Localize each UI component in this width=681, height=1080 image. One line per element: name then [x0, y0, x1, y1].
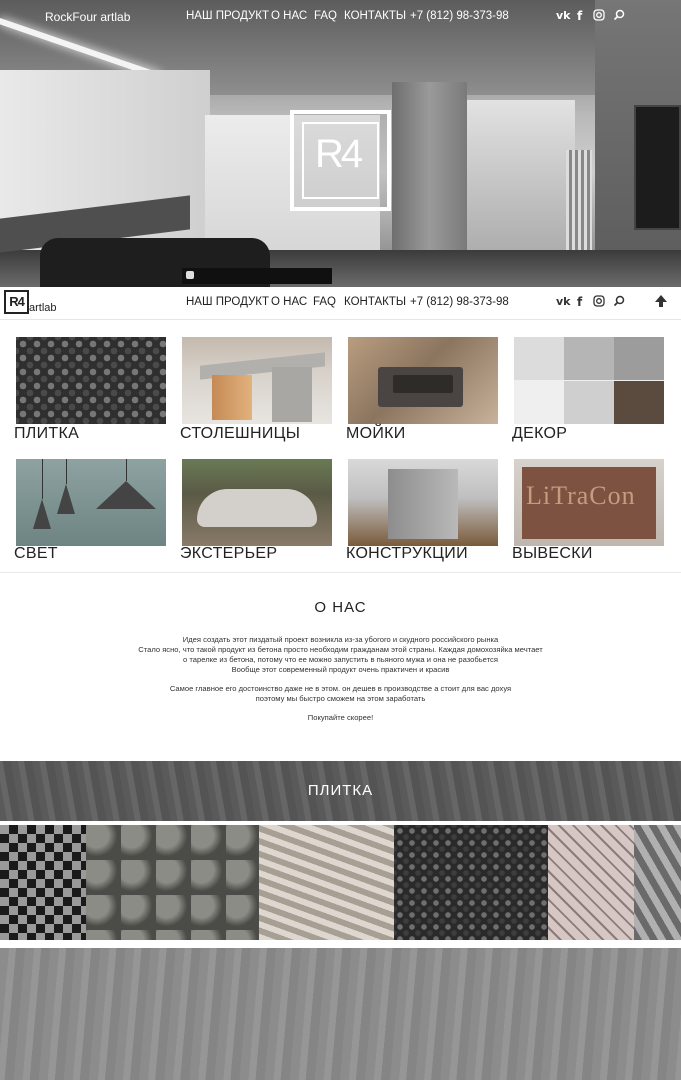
hero-media-bar — [182, 268, 332, 284]
search-icon[interactable] — [613, 295, 625, 307]
nav-item-about[interactable]: О НАС — [271, 10, 307, 22]
category-signs[interactable]: LiTraCon ВЫВЕСКИ — [512, 459, 664, 562]
about-paragraph-line: Самое главное его достоинство даже не в … — [169, 684, 512, 693]
sticky-nav-item-faq[interactable]: FAQ — [313, 296, 336, 308]
sticky-nav-item-product[interactable]: НАШ ПРОДУКТ — [186, 296, 269, 308]
category-image-tile[interactable] — [16, 337, 166, 424]
hero-banner: R4 RockFour artlab НАШ ПРОДУКТ О НАС FAQ… — [0, 0, 681, 287]
facebook-icon[interactable]: f — [577, 9, 582, 23]
about-paragraph-line: Вообще этот современный продукт очень пр… — [231, 665, 450, 674]
sticky-nav-item-contacts[interactable]: КОНТАКТЫ — [344, 296, 406, 308]
search-icon[interactable] — [613, 9, 625, 21]
category-label-exterior[interactable]: ЭКСТЕРЬЕР — [180, 545, 277, 563]
nav-phone[interactable]: +7 (812) 98-373-98 — [410, 10, 509, 22]
category-sinks[interactable]: МОЙКИ — [346, 337, 498, 442]
hero-logo-inner-frame: R4 — [302, 122, 379, 199]
about-paragraph-line: поэтому мы быстро сможем на этом заработ… — [255, 694, 426, 703]
sticky-logo[interactable]: R4 — [4, 290, 29, 314]
instagram-icon[interactable] — [593, 295, 605, 307]
hero-logo-text: R4 — [315, 132, 363, 176]
media-icon — [186, 271, 194, 279]
category-label-countertops[interactable]: СТОЛЕШНИЦЫ — [180, 425, 300, 443]
tile-sample[interactable] — [634, 825, 681, 940]
category-image-sinks[interactable] — [348, 337, 498, 424]
category-label-tile[interactable]: ПЛИТКА — [14, 425, 79, 443]
brand-name[interactable]: RockFour artlab — [45, 10, 130, 24]
category-lighting[interactable]: СВЕТ — [14, 459, 166, 562]
category-image-exterior[interactable] — [182, 459, 332, 546]
nav-item-contacts[interactable]: КОНТАКТЫ — [344, 10, 406, 22]
tile-sample[interactable] — [548, 825, 634, 940]
arrow-up-icon[interactable] — [654, 294, 668, 308]
category-image-countertops[interactable] — [182, 337, 332, 424]
tile-sample[interactable] — [86, 825, 259, 940]
sticky-navigation: R4 artlab НАШ ПРОДУКТ О НАС FAQ КОНТАКТЫ… — [0, 287, 681, 320]
category-countertops[interactable]: СТОЛЕШНИЦЫ — [180, 337, 332, 442]
sticky-logo-suffix[interactable]: artlab — [29, 302, 57, 314]
about-paragraph-line: о тарелке из бетона, потому что ее можно… — [183, 655, 498, 664]
nav-item-faq[interactable]: FAQ — [314, 10, 337, 22]
sticky-nav-phone[interactable]: +7 (812) 98-373-98 — [410, 296, 509, 308]
section-divider — [0, 572, 681, 573]
top-navigation: RockFour artlab НАШ ПРОДУКТ О НАС FAQ КО… — [0, 0, 681, 34]
category-label-constructions[interactable]: КОНСТРУКЦИИ — [346, 545, 468, 563]
about-paragraph-line: Идея создать этот пиздатый проект возник… — [182, 635, 499, 644]
category-label-sinks[interactable]: МОЙКИ — [346, 425, 406, 443]
category-tile[interactable]: ПЛИТКА — [14, 337, 166, 442]
tile-sample[interactable] — [0, 825, 86, 940]
tiles-section-title: ПЛИТКА — [307, 782, 374, 799]
category-constructions[interactable]: КОНСТРУКЦИИ — [346, 459, 498, 562]
tile-sample[interactable] — [394, 825, 548, 940]
category-image-constructions[interactable] — [348, 459, 498, 546]
about-call-to-action: Покупайте скорее! — [307, 713, 374, 722]
instagram-icon[interactable] — [593, 9, 605, 21]
hero-corridor — [465, 100, 575, 270]
sign-image-text: LiTraCon — [526, 481, 636, 510]
category-image-signs[interactable]: LiTraCon — [514, 459, 664, 546]
nav-item-product[interactable]: НАШ ПРОДУКТ — [186, 10, 269, 22]
tile-sample[interactable] — [259, 825, 394, 940]
about-paragraph-line: Стало ясно, что такой продукт из бетона … — [138, 645, 543, 654]
hero-tv — [634, 105, 681, 230]
about-title: О НАС — [314, 599, 367, 616]
category-label-decor[interactable]: ДЕКОР — [512, 425, 567, 443]
category-decor[interactable]: ДЕКОР — [512, 337, 664, 442]
concrete-background-section — [0, 948, 681, 1080]
vk-icon[interactable]: vk — [556, 295, 571, 308]
category-label-lighting[interactable]: СВЕТ — [14, 545, 58, 563]
category-label-signs[interactable]: ВЫВЕСКИ — [512, 545, 593, 563]
vk-icon[interactable]: vk — [556, 9, 571, 22]
facebook-icon[interactable]: f — [577, 295, 582, 309]
category-image-decor[interactable] — [514, 337, 664, 424]
category-exterior[interactable]: ЭКСТЕРЬЕР — [180, 459, 332, 562]
category-image-lighting[interactable] — [16, 459, 166, 546]
sticky-nav-item-about[interactable]: О НАС — [271, 296, 307, 308]
hero-logo[interactable]: R4 — [290, 110, 391, 211]
